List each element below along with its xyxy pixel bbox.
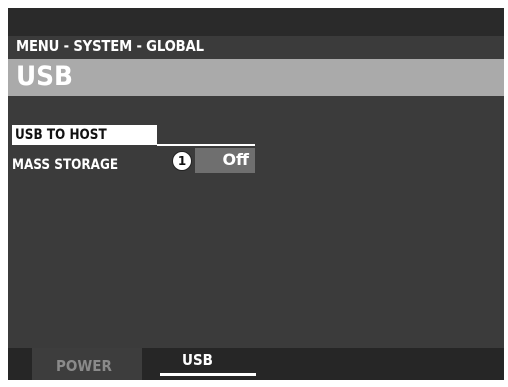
top-bar	[8, 8, 504, 36]
menu-item-usb-to-host-label: USB TO HOST	[15, 127, 107, 143]
menu-item-mass-storage-label[interactable]: MASS STORAGE	[12, 156, 118, 174]
tab-usb-label: USB	[182, 351, 213, 369]
title-bar: USB	[8, 59, 504, 96]
row-divider	[157, 144, 255, 146]
menu-item-usb-to-host[interactable]: USB TO HOST	[12, 125, 157, 145]
device-screen: MENU - SYSTEM - GLOBAL USB USB TO HOST M…	[8, 8, 504, 380]
breadcrumb: MENU - SYSTEM - GLOBAL	[16, 37, 204, 55]
tab-usb-active-indicator	[160, 373, 256, 376]
mass-storage-value-text: Off	[222, 150, 249, 169]
callout-number-badge: 1	[172, 151, 192, 171]
mass-storage-value[interactable]: Off	[195, 148, 255, 173]
tab-power[interactable]: POWER	[32, 348, 142, 380]
page-title: USB	[16, 61, 73, 92]
tab-usb[interactable]: USB	[152, 348, 262, 380]
tab-power-label: POWER	[56, 357, 112, 375]
tab-bar: POWER USB	[8, 348, 504, 380]
